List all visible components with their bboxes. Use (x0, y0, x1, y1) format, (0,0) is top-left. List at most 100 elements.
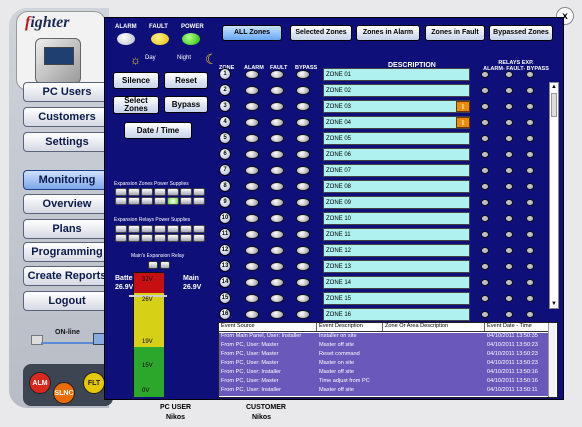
zone-description[interactable]: ZONE 06 (323, 148, 470, 161)
selected-zones-tab[interactable]: Selected Zones (290, 25, 352, 41)
event-row[interactable]: From Main Panel, User: Installer Installe… (219, 333, 551, 342)
event-source-cell: From Main Panel, User: Installer (221, 333, 302, 339)
event-row[interactable]: From PC, User: Master Master off site 04/1… (219, 342, 551, 351)
zone-description[interactable]: ZONE 15 (323, 292, 470, 305)
all-zones-tab[interactable]: ALL Zones (222, 25, 282, 41)
zone-row: 3 ZONE 03 i (105, 99, 565, 113)
scroll-up-icon[interactable]: ▲ (550, 83, 558, 91)
relay-alarm-indicator (481, 183, 489, 190)
zone-area-header: Zone Or Area Description (383, 323, 485, 331)
event-row[interactable]: From PC, User: Master Master on site 04/10… (219, 360, 551, 369)
event-source-cell: From PC, User: Master (221, 342, 279, 348)
alarm-indicator (245, 70, 259, 79)
zone-description[interactable]: ZONE 07 (323, 164, 470, 177)
event-description-header: Event Description (317, 323, 383, 331)
bypass-indicator (296, 246, 310, 255)
alarm-led (117, 33, 135, 45)
zone-number[interactable]: 1 (219, 68, 231, 80)
event-row[interactable]: From PC, User: Master Reset command 04/10/… (219, 351, 551, 360)
sidebar-item-programming[interactable]: Programming (23, 242, 111, 262)
zone-number[interactable]: 16 (219, 308, 231, 320)
gauge-level-19: 19V (142, 339, 153, 345)
zone-description[interactable]: ZONE 12 (323, 244, 470, 257)
zone-number[interactable]: 4 (219, 116, 231, 128)
event-datetime-cell: 04/10/2011 13:50:11 (487, 387, 538, 393)
sidebar-item-monitoring[interactable]: Monitoring (23, 170, 111, 190)
bypass-indicator (296, 102, 310, 111)
sidebar-item-customers[interactable]: Customers (23, 107, 111, 127)
zone-description[interactable]: ZONE 05 (323, 132, 470, 145)
zone-number[interactable]: 7 (219, 164, 231, 176)
scroll-down-icon[interactable]: ▼ (550, 300, 558, 308)
zone-description[interactable]: ZONE 13 (323, 260, 470, 273)
zone-row: 13 ZONE 13 (105, 259, 565, 273)
zone-scrollbar[interactable]: ▲ ▼ (549, 82, 559, 309)
relay-fault-indicator (505, 167, 513, 174)
zone-number[interactable]: 14 (219, 276, 231, 288)
zone-number[interactable]: 8 (219, 180, 231, 192)
event-row[interactable]: From PC, User: Master Time adjust from PC… (219, 378, 551, 387)
zone-number[interactable]: 15 (219, 292, 231, 304)
zone-description[interactable]: ZONE 09 (323, 196, 470, 209)
event-datetime-cell: 04/10/2011 13:50:23 (487, 342, 538, 348)
zone-row: 6 ZONE 06 (105, 147, 565, 161)
relay-fault-indicator (505, 151, 513, 158)
zone-description[interactable]: ZONE 02 (323, 84, 470, 97)
sidebar-item-logout[interactable]: Logout (23, 291, 111, 311)
info-icon[interactable]: i (456, 101, 470, 112)
zone-number[interactable]: 5 (219, 132, 231, 144)
sidebar-item-pc-users[interactable]: PC Users (23, 82, 111, 102)
online-label: ON-line (55, 329, 80, 336)
event-source-cell: From PC, User: Installer (221, 369, 281, 375)
bypass-indicator (296, 214, 310, 223)
zone-number[interactable]: 6 (219, 148, 231, 160)
alarm-indicator (245, 134, 259, 143)
event-scrollbar[interactable] (548, 323, 556, 397)
event-datetime-cell: 04/10/2011 13:50:16 (487, 369, 538, 375)
zone-number[interactable]: 13 (219, 260, 231, 272)
silence-status-button[interactable]: SLNC (53, 382, 75, 404)
scroll-thumb[interactable] (551, 93, 557, 117)
sidebar-item-overview[interactable]: Overview (23, 194, 111, 214)
zone-number[interactable]: 9 (219, 196, 231, 208)
zones-in-fault-tab[interactable]: Zones in Fault (425, 25, 485, 41)
sidebar-item-settings[interactable]: Settings (23, 132, 111, 152)
zone-row: 8 ZONE 08 (105, 179, 565, 193)
bypass-indicator (296, 182, 310, 191)
sidebar-item-plans[interactable]: Plans (23, 219, 111, 239)
zone-description[interactable]: ZONE 10 (323, 212, 470, 225)
event-datetime-header: Event Date - Time (485, 323, 551, 331)
event-row[interactable]: From PC, User: Installer Master off site 0… (219, 369, 551, 378)
zone-description[interactable]: ZONE 14 (323, 276, 470, 289)
zone-number[interactable]: 3 (219, 100, 231, 112)
moon-icon: ☾ (205, 51, 218, 67)
bypass-indicator (296, 166, 310, 175)
zone-description[interactable]: ZONE 16 (323, 308, 470, 321)
fault-indicator (270, 214, 284, 223)
zone-description[interactable]: ZONE 11 (323, 228, 470, 241)
relay-bypass-indicator (526, 263, 534, 270)
event-datetime-cell: 04/10/2011 13:50:35 (487, 333, 538, 339)
fault-status-button[interactable]: FLT (83, 372, 105, 394)
fault-indicator (270, 278, 284, 287)
sidebar-item-create-reports[interactable]: Create Reports (23, 266, 111, 286)
alarm-indicator (245, 262, 259, 271)
event-source-cell: From PC, User: Master (221, 360, 279, 366)
zone-number[interactable]: 12 (219, 244, 231, 256)
event-row[interactable]: From PC, User: Installer Master off site 0… (219, 387, 551, 396)
zone-number[interactable]: 11 (219, 228, 231, 240)
zone-description[interactable]: ZONE 04 (323, 116, 470, 129)
zone-row: 4 ZONE 04 i (105, 115, 565, 129)
relay-fault-indicator (505, 119, 513, 126)
footer: PC USER Nikos CUSTOMER Nikos (160, 404, 292, 426)
zone-description[interactable]: ZONE 03 (323, 100, 470, 113)
bypassed-zones-tab[interactable]: Bypassed Zones (489, 25, 553, 41)
alarm-status-button[interactable]: ALM (29, 372, 51, 394)
info-icon[interactable]: i (456, 117, 470, 128)
zone-description[interactable]: ZONE 01 (323, 68, 470, 81)
zones-in-alarm-tab[interactable]: Zones in Alarm (356, 25, 420, 41)
event-datetime-cell: 04/10/2011 13:50:16 (487, 378, 538, 384)
zone-number[interactable]: 2 (219, 84, 231, 96)
zone-number[interactable]: 10 (219, 212, 231, 224)
zone-description[interactable]: ZONE 08 (323, 180, 470, 193)
